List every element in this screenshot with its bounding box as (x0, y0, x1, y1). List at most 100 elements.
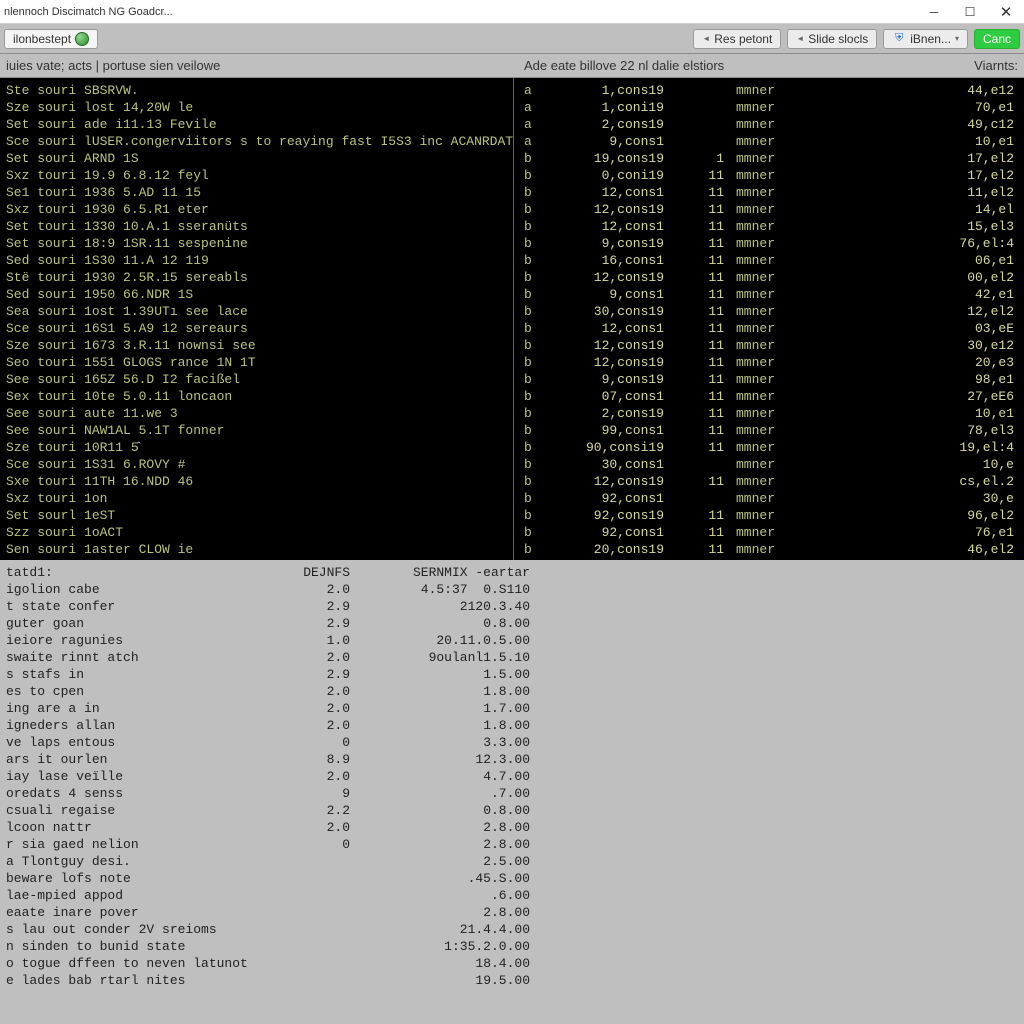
tr-col-d: mmner (724, 150, 804, 167)
term-right-line: b07,cons111mmner27,eE6 (524, 388, 1018, 405)
report-button[interactable]: ◄ Res petont (693, 29, 781, 49)
term-right-line: b12,cons1911mmner20,e3 (524, 354, 1018, 371)
bt-c2 (240, 921, 350, 938)
bt-c1: oredats 4 senss (6, 785, 240, 802)
term-left-line: Sen souri 1aster CLOW ie (6, 541, 507, 558)
bt-c3: 19.5.00 (350, 972, 530, 989)
slides-button[interactable]: ◄ Slide slocls (787, 29, 877, 49)
term-right-line: b30,cons1911mmner12,el2 (524, 303, 1018, 320)
term-right-line: b0,coni1911mmner17,el2 (524, 167, 1018, 184)
tr-col-b: 0,coni19 (564, 167, 664, 184)
tr-col-a: b (524, 269, 564, 286)
bt-c3: .7.00 (350, 785, 530, 802)
tr-col-b: 92,cons19 (564, 507, 664, 524)
term-right-line: b9,cons1911mmner76,el:4 (524, 235, 1018, 252)
tr-col-b: 30,cons1 (564, 456, 664, 473)
bt-c2: 2.2 (240, 802, 350, 819)
term-right-line: b12,cons1911mmnercs,el.2 (524, 473, 1018, 490)
tr-col-a: b (524, 235, 564, 252)
term-left-line: Set touri 1330 10.A.1 sseranüts (6, 218, 507, 235)
bt-c2: 1.0 (240, 632, 350, 649)
tr-col-a: b (524, 541, 564, 558)
bottom-h1: tatd1: (6, 564, 240, 581)
bt-c1: igneders allan (6, 717, 240, 734)
tr-col-c: 11 (664, 235, 724, 252)
term-left-line: Sed souri 1S30 11.A 12 119 (6, 252, 507, 269)
tr-col-d: mmner (724, 252, 804, 269)
tr-col-b: 1,coni19 (564, 99, 664, 116)
bottom-header-row: tatd1: DEJNFS SERNMIX -eartar (6, 564, 1018, 581)
bottom-row: e lades bab rtarl nites19.5.00 (6, 972, 1018, 989)
bottom-row: lae-mpied appod .6.00 (6, 887, 1018, 904)
tr-col-c: 11 (664, 422, 724, 439)
tr-col-a: a (524, 116, 564, 133)
window-title: nlennoch Discimatch NG Goadcr... (4, 6, 916, 18)
bottom-row: guter goan2.90.8.00 (6, 615, 1018, 632)
tr-col-e: 10,e1 (804, 405, 1018, 422)
close-button[interactable]: ✕ (988, 0, 1024, 24)
bt-c3: .6.00 (350, 887, 530, 904)
tr-col-a: b (524, 303, 564, 320)
tr-col-e: 12,el2 (804, 303, 1018, 320)
script-button[interactable]: ilonbestept (4, 29, 98, 49)
bt-c3: 1.8.00 (350, 717, 530, 734)
tr-col-e: 11,el2 (804, 184, 1018, 201)
header-right-group: Ade eate billove 22 nl dalie elstiors Vi… (518, 58, 1024, 73)
terminal-left[interactable]: Ste souri SBSRVW.Sze souri lost 14,20W l… (0, 78, 513, 560)
tr-col-b: 9,cons1 (564, 133, 664, 150)
tr-col-b: 9,cons19 (564, 371, 664, 388)
term-left-line: Sce souri 1S31 6.ROVY # (6, 456, 507, 473)
terminal-right[interactable]: a1,cons19mmner44,e12a1,coni19mmner70,e1a… (518, 78, 1024, 560)
bottom-row: r sia gaed nelion02.8.00 (6, 836, 1018, 853)
term-left-line: See souri aute 11.we 3 (6, 405, 507, 422)
tr-col-e: 03,eE (804, 320, 1018, 337)
tr-col-d: mmner (724, 541, 804, 558)
tr-col-d: mmner (724, 456, 804, 473)
tr-col-e: cs,el.2 (804, 473, 1018, 490)
bt-c3: 4.7.00 (350, 768, 530, 785)
tr-col-d: mmner (724, 354, 804, 371)
bt-c3: 4.5:37 0.S110 (350, 581, 530, 598)
bottom-row: igolion cabe2.04.5:37 0.S110 (6, 581, 1018, 598)
maximize-button[interactable]: ☐ (952, 0, 988, 24)
term-left-line: Sxz touri 19.9 6.8.12 feyl (6, 167, 507, 184)
tr-col-d: mmner (724, 133, 804, 150)
tr-col-c: 11 (664, 473, 724, 490)
tr-col-d: mmner (724, 320, 804, 337)
header-left: iuies vate; acts | portuse sien veilowe (0, 58, 518, 73)
tr-col-c: 11 (664, 541, 724, 558)
term-right-line: b92,cons111mmner36,e11 (524, 558, 1018, 560)
term-left-line: Sxz touri 1on (6, 490, 507, 507)
bnen-button[interactable]: ⛨ iBnen... ▾ (883, 29, 968, 49)
bt-c2 (240, 870, 350, 887)
bt-c1: s stafs in (6, 666, 240, 683)
term-right-line: b92,cons1911mmner96,el2 (524, 507, 1018, 524)
run-button[interactable]: Canc (974, 29, 1020, 49)
tr-col-d: mmner (724, 473, 804, 490)
tr-col-a: b (524, 320, 564, 337)
bt-c1: eaate inare pover (6, 904, 240, 921)
bt-c2: 0 (240, 734, 350, 751)
tr-col-d: mmner (724, 201, 804, 218)
tr-col-d: mmner (724, 507, 804, 524)
tr-col-c (664, 82, 724, 99)
tr-col-e: 42,e1 (804, 286, 1018, 303)
tr-col-a: a (524, 133, 564, 150)
tr-col-c: 11 (664, 320, 724, 337)
bt-c1: ieiore ragunies (6, 632, 240, 649)
tr-col-c: 11 (664, 439, 724, 456)
bottom-pane[interactable]: tatd1: DEJNFS SERNMIX -eartar igolion ca… (0, 560, 1024, 1024)
tr-col-a: b (524, 354, 564, 371)
term-left-line: Ste souri SBSRVW. (6, 82, 507, 99)
tr-col-a: b (524, 558, 564, 560)
tr-col-a: a (524, 82, 564, 99)
term-left-line: Stë touri 1930 2.5R.15 sereabls (6, 269, 507, 286)
chevron-down-icon: ▾ (955, 34, 959, 43)
tr-col-b: 90,consi19 (564, 439, 664, 456)
tr-col-a: b (524, 422, 564, 439)
bottom-row: n sinden to bunid state1:35.2.0.00 (6, 938, 1018, 955)
tr-col-a: b (524, 490, 564, 507)
tr-col-a: b (524, 150, 564, 167)
bt-c1: lae-mpied appod (6, 887, 240, 904)
minimize-button[interactable]: ─ (916, 0, 952, 24)
